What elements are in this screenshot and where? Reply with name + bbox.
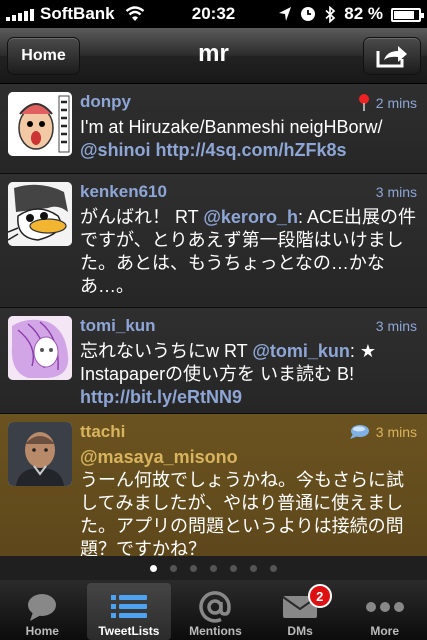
- tweet-mention[interactable]: @tomi_kun: [252, 341, 350, 361]
- tab-label: Mentions: [189, 624, 242, 638]
- tweet-body-text: I'm at Hiruzake/Banmeshi neigHBorw/: [80, 117, 383, 137]
- page-dot[interactable]: [150, 564, 157, 572]
- conversation-icon: [349, 425, 369, 439]
- tab-dms[interactable]: DMs 2: [258, 580, 343, 640]
- page-dot[interactable]: [270, 564, 277, 572]
- user-avatar[interactable]: [8, 182, 72, 246]
- tweet-time: 3 mins: [375, 318, 417, 334]
- wifi-icon: [125, 6, 144, 21]
- tweet-mention[interactable]: @keroro_h: [203, 207, 298, 227]
- tweet-username[interactable]: donpy: [80, 92, 131, 112]
- tab-tweetlists[interactable]: TweetLists: [86, 583, 172, 640]
- tweet-meta: 2 mins: [358, 94, 417, 112]
- tweet-row[interactable]: ttachi 3 mins @masaya_misono うーん何故でしょうかね。…: [0, 414, 427, 556]
- tweet-meta: 3 mins: [348, 424, 417, 440]
- tweet-meta: 3 mins: [376, 184, 417, 200]
- tweet-mention[interactable]: @masaya_misono: [80, 447, 238, 467]
- tab-label: TweetLists: [98, 624, 160, 638]
- carrier-name: SoftBank: [40, 4, 115, 23]
- status-bar: SoftBank 20:32 82 %: [0, 0, 427, 28]
- tab-home[interactable]: Home: [0, 580, 85, 640]
- navigation-bar: Home mr: [0, 28, 427, 84]
- tweet-body-text: 忘れないうちにw RT: [80, 341, 253, 361]
- more-dots-icon: [365, 602, 404, 612]
- tweet-body-text: がんばれ！ RT: [80, 207, 204, 227]
- tweet-time: 3 mins: [375, 184, 417, 200]
- tweet-text: 忘れないうちにw RT @tomi_kun: ★ Instapaperの使い方を…: [80, 340, 419, 409]
- alarm-clock-icon: [301, 7, 316, 21]
- unread-badge: 2: [307, 584, 332, 608]
- at-sign-icon: [199, 591, 232, 623]
- tab-more[interactable]: More: [342, 580, 427, 640]
- tab-label: More: [370, 624, 399, 638]
- tweet-username[interactable]: kenken610: [80, 182, 167, 202]
- share-button[interactable]: [363, 37, 421, 75]
- tweet-text: がんばれ！ RT @keroro_h: ACE出展の件ですが、とりあえず第一段階…: [80, 206, 419, 298]
- location-arrow-icon: [279, 7, 292, 21]
- page-dot[interactable]: [230, 564, 237, 572]
- user-avatar[interactable]: [8, 422, 72, 486]
- tweet-text: I'm at Hiruzake/Banmeshi neigHBorw/ @shi…: [80, 116, 419, 162]
- tab-mentions[interactable]: Mentions: [173, 580, 258, 640]
- location-pin-icon: [358, 94, 369, 111]
- share-icon: [376, 46, 407, 68]
- user-avatar[interactable]: [8, 316, 72, 380]
- tweet-body-text: うーん何故でしょうかね。今もさらに試してみましたが、やはり普通に使えました。アプ…: [80, 470, 404, 556]
- tweet-link[interactable]: @shinoi http://4sq.com/hZFk8s: [80, 140, 347, 160]
- page-dot[interactable]: [190, 564, 197, 572]
- tweet-username[interactable]: ttachi: [80, 422, 125, 442]
- tweet-meta: 3 mins: [376, 318, 417, 334]
- page-indicator[interactable]: [0, 556, 427, 580]
- tweet-row[interactable]: tomi_kun 3 mins 忘れないうちにw RT @tomi_kun: ★…: [0, 308, 427, 414]
- battery-percentage: 82 %: [344, 4, 383, 23]
- battery-fill: [394, 10, 414, 19]
- signal-strength-icon: [6, 7, 34, 21]
- tab-label: DMs: [287, 624, 313, 638]
- tweet-time: 2 mins: [375, 95, 417, 111]
- page-dot[interactable]: [250, 564, 257, 572]
- list-icon: [110, 595, 147, 618]
- tweet-time: 3 mins: [375, 424, 417, 440]
- battery-icon: [391, 7, 424, 22]
- speech-bubble-icon: [28, 594, 57, 621]
- avatar-image: [8, 92, 72, 156]
- bluetooth-icon: [325, 5, 336, 23]
- tweet-row[interactable]: donpy 2 mins I'm at Hiruzake/Banmeshi ne…: [0, 84, 427, 174]
- page-dot[interactable]: [210, 564, 217, 572]
- user-avatar[interactable]: [8, 92, 72, 156]
- tab-bar: Home TweetLists Mentions DMs 2 More: [0, 580, 427, 640]
- tweet-username[interactable]: tomi_kun: [80, 316, 156, 336]
- page-dot[interactable]: [170, 564, 177, 572]
- avatar-image: [8, 316, 72, 380]
- tweet-list[interactable]: donpy 2 mins I'm at Hiruzake/Banmeshi ne…: [0, 84, 427, 556]
- avatar-image: [8, 422, 72, 486]
- avatar-image: [8, 182, 72, 246]
- tweet-row[interactable]: kenken610 3 mins がんばれ！ RT @keroro_h: ACE…: [0, 174, 427, 308]
- tweet-text: @masaya_misono うーん何故でしょうかね。今もさらに試してみましたが、…: [80, 446, 419, 556]
- tweet-link[interactable]: http://bit.ly/eRtNN9: [80, 387, 242, 407]
- tab-label: Home: [25, 624, 59, 638]
